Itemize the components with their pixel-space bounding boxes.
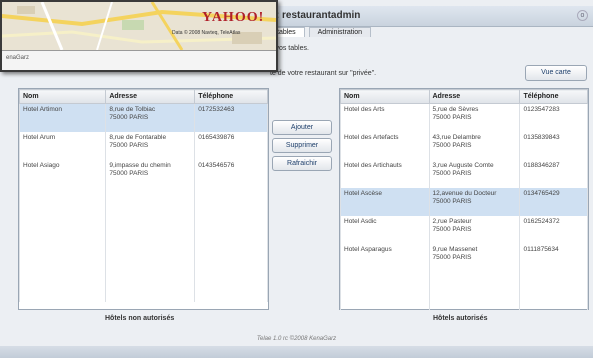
address-line: 75000 PARIS (432, 114, 472, 121)
footer-text: Telae 1.0 rc ©2008 KenaGarz (256, 336, 337, 342)
tab-administration[interactable]: Administration (308, 27, 371, 37)
cell-phone: 0135839843 (519, 132, 588, 160)
table-row[interactable]: Hotel Artimon 8,rue de Tolbiac 75000 PARI… (18, 103, 268, 132)
right-table-caption: Hôtels autorisés (433, 315, 488, 322)
empty-row (18, 207, 268, 226)
address-line: 75000 PARIS (432, 254, 472, 261)
table-row[interactable]: Hotel des Artichauts 3,rue Auguste Comte… (340, 160, 588, 188)
table-row[interactable]: Hotel Arum 8,rue de Fontarable 75000 PARI… (18, 132, 268, 160)
cell-name: Hotel Asiago (18, 160, 107, 188)
cell-name: Hotel des Artichauts (340, 160, 430, 188)
column-header-phone[interactable]: Téléphone (194, 89, 268, 104)
empty-row (18, 245, 268, 264)
cell-phone: 0162524372 (519, 216, 588, 244)
left-table-caption: Hôtels non autorisés (105, 315, 175, 322)
map-popup[interactable]: YAHOO! Data © 2008 Navteq, TeleAtlas ena… (0, 0, 278, 72)
cell-address: 2,rue Pasteur 75000 PARIS (428, 216, 521, 244)
window-title: r: restaurantadmin (272, 10, 361, 21)
refresh-button[interactable]: Rafraichir (272, 156, 332, 171)
remove-button[interactable]: Supprimer (272, 138, 332, 153)
empty-row (18, 264, 268, 283)
address-line: 8,rue de Fontarable (109, 134, 167, 141)
address-line: 75000 PARIS (432, 198, 472, 205)
address-line: 43,rue Delambre (432, 134, 481, 141)
cell-phone: 0188346287 (519, 160, 588, 188)
cell-address: 12,avenue du Docteur 75000 PARIS (428, 188, 521, 216)
cell-address: 5,rue de Sèvres 75000 PARIS (428, 103, 521, 132)
address-line: 75000 PARIS (109, 142, 149, 149)
address-line: 75000 PARIS (109, 170, 149, 177)
yahoo-logo: YAHOO! (202, 10, 265, 25)
address-line: 9,impasse du chemin (109, 162, 171, 169)
column-header-phone[interactable]: Téléphone (519, 89, 588, 104)
cell-name: Hotel des Arts (340, 103, 430, 132)
cell-address: 9,impasse du chemin 75000 PARIS (105, 160, 196, 188)
cell-name: Hotel Asdic (340, 216, 430, 244)
cell-address: 3,rue Auguste Comte 75000 PARIS (428, 160, 521, 188)
column-header-address[interactable]: Adresse (105, 89, 196, 104)
bottom-bar (0, 346, 593, 358)
info-text-2: te de votre restaurant sur "privée". (270, 70, 377, 77)
cell-address: 8,rue de Fontarable 75000 PARIS (105, 132, 196, 160)
column-header-address[interactable]: Adresse (428, 89, 521, 104)
address-line: 5,rue de Sèvres (432, 106, 479, 113)
unauthorized-hotels-table: Nom Adresse Téléphone Hotel Artimon 8,ru… (18, 88, 269, 310)
cell-name: Hotel Ascèse (340, 188, 430, 216)
map-view-button[interactable]: Vue carte (525, 65, 587, 81)
cell-phone: 0123547283 (519, 103, 588, 132)
table-row[interactable]: Hotel Ascèse 12,avenue du Docteur 75000 P… (340, 188, 588, 216)
table-row[interactable]: Hotel Asdic 2,rue Pasteur 75000 PARIS 016… (340, 216, 588, 244)
empty-row (340, 272, 588, 291)
cell-phone: 0172532463 (194, 103, 268, 132)
address-line: 12,avenue du Docteur (432, 190, 497, 197)
cell-address: 8,rue de Tolbiac 75000 PARIS (105, 103, 196, 132)
cell-name: Hotel Arum (18, 132, 107, 160)
address-line: 75000 PARIS (432, 170, 472, 177)
column-header-name[interactable]: Nom (340, 89, 430, 104)
add-button[interactable]: Ajouter (272, 120, 332, 135)
cell-address: 9,rue Massenet 75000 PARIS (428, 244, 521, 272)
close-icon[interactable]: o (577, 10, 588, 21)
address-line: 2,rue Pasteur (432, 218, 472, 225)
cell-name: Hotel Asparagus (340, 244, 430, 272)
cell-phone: 0111875634 (519, 244, 588, 272)
map-footer-text: enaGarz (6, 55, 30, 61)
address-line: 75000 PARIS (109, 114, 149, 121)
table-row[interactable]: Hotel des Artefacts 43,rue Delambre 75000… (340, 132, 588, 160)
empty-row (18, 283, 268, 302)
cell-phone: 0134765429 (519, 188, 588, 216)
map-footer: enaGarz (2, 50, 276, 70)
table-row[interactable]: Hotel Asiago 9,impasse du chemin 75000 PA… (18, 160, 268, 188)
address-line: 9,rue Massenet (432, 246, 478, 253)
address-line: 75000 PARIS (432, 226, 472, 233)
table-row[interactable]: Hotel des Arts 5,rue de Sèvres 75000 PARI… (340, 103, 588, 132)
cell-name: Hotel des Artefacts (340, 132, 430, 160)
empty-row (340, 291, 588, 310)
map-copyright: Data © 2008 Navteq, TeleAtlas (172, 30, 241, 36)
address-line: 75000 PARIS (432, 142, 472, 149)
cell-name: Hotel Artimon (18, 103, 107, 132)
cell-address: 43,rue Delambre 75000 PARIS (428, 132, 521, 160)
address-line: 3,rue Auguste Comte (432, 162, 494, 169)
tab-bar: tables Administration (268, 27, 373, 40)
empty-row (18, 188, 268, 207)
cell-phone: 0165439876 (194, 132, 268, 160)
column-header-name[interactable]: Nom (18, 89, 107, 104)
empty-row (18, 226, 268, 245)
address-line: 8,rue de Tolbiac (109, 106, 156, 113)
authorized-hotels-table: Nom Adresse Téléphone Hotel des Arts 5,r… (339, 88, 589, 310)
cell-phone: 0143546576 (194, 160, 268, 188)
table-row[interactable]: Hotel Asparagus 9,rue Massenet 75000 PARI… (340, 244, 588, 272)
